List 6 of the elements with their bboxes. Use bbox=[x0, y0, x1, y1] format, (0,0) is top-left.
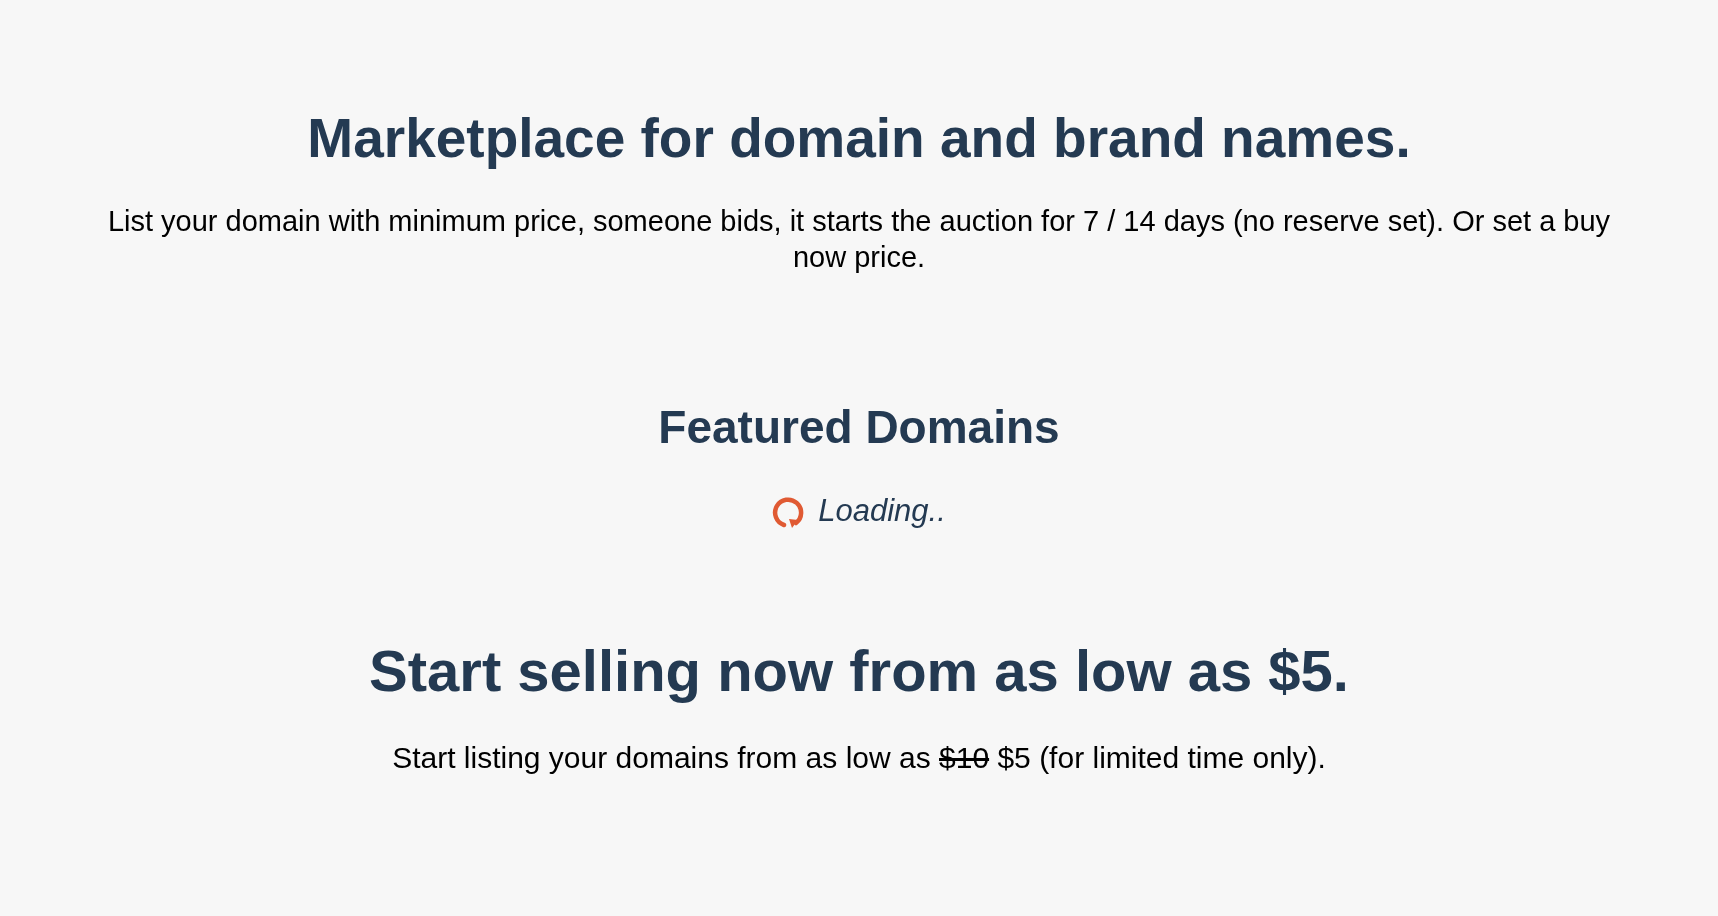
hero-description: List your domain with minimum price, someone bids, it starts the auction for 7 / 14 days (no reserve set). Or set a buy now price. bbox=[106, 203, 1612, 275]
pricing-description: Start listing your domains from as low as $10 $5 (for limited time only). bbox=[392, 740, 1326, 777]
featured-title: Featured Domains bbox=[658, 399, 1060, 455]
loading-text: Loading.. bbox=[818, 492, 946, 531]
pricing-title: Start selling now from as low as $5. bbox=[369, 636, 1349, 705]
hero-title: Marketplace for domain and brand names. bbox=[307, 106, 1411, 171]
